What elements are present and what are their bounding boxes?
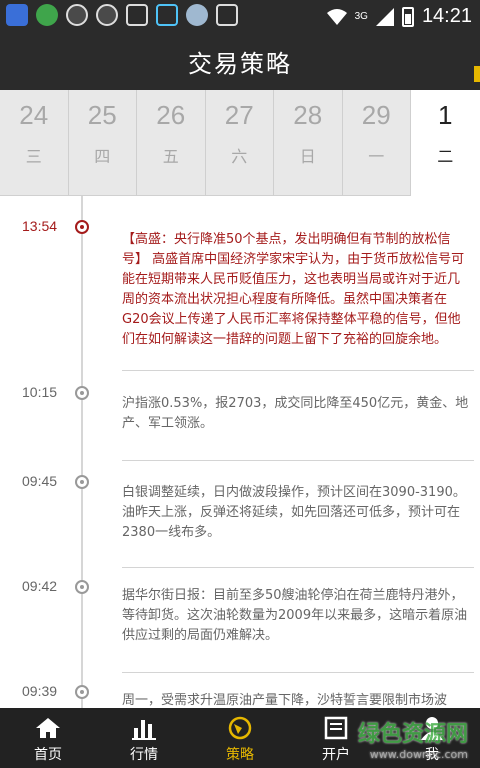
entry-text: 沪指涨0.53%，报2703，成交同比降至450亿元，黄金、地产、军工领涨。: [122, 396, 469, 431]
entry-divider: [122, 370, 474, 371]
entry-text: 周一，受需求升温原油产量下降，沙特誓言要限制市场波: [122, 693, 448, 708]
date-weekday: 五: [162, 147, 179, 166]
date-number: 1: [438, 100, 453, 130]
header-accent-marker: [474, 66, 480, 82]
checkbox-icon: [216, 4, 238, 26]
image-icon: [126, 4, 148, 26]
status-bar: 3G 14:21: [0, 0, 480, 30]
wifi-icon: [326, 8, 347, 25]
date-tab[interactable]: 29 一: [343, 90, 411, 196]
page-title: 交易策略: [188, 50, 292, 78]
browser-notification-icon: [36, 4, 58, 26]
notification-icons: [6, 4, 238, 26]
date-selector: 24 三 25 四 26 五 27 六 28 日 29 一 1二: [0, 90, 480, 196]
watermark-sub: www.downcc.com: [369, 748, 468, 761]
nav-label: 策略: [226, 747, 254, 763]
entry-text: 据华尔街日报：目前至多50艘油轮停泊在荷兰鹿特丹港外，等待卸货。这次油轮数量为2…: [122, 588, 468, 643]
timeline-line: [81, 196, 83, 708]
entry-time: 10:15: [22, 384, 58, 400]
nav-label: 行情: [130, 747, 158, 763]
system-status: 3G 14:21: [326, 5, 472, 28]
entry-text: 【高盛：央行降准50个基点，发出明确但有节制的放松信号】 高盛首席中国经济学家宋…: [122, 232, 465, 347]
strategy-globe-icon: [228, 716, 252, 740]
entry-time: 09:42: [22, 578, 58, 594]
entry-divider: [122, 567, 474, 568]
entry-time: 09:39: [22, 683, 58, 699]
entry-divider: [122, 460, 474, 461]
date-number: 27: [224, 100, 254, 130]
date-tab[interactable]: 26 五: [137, 90, 206, 196]
date-tab[interactable]: 24 三: [0, 90, 69, 196]
lock-icon: [156, 4, 178, 26]
nav-strategy[interactable]: 策略: [192, 708, 288, 768]
battery-icon: [401, 6, 414, 27]
account-open-icon: [324, 716, 348, 740]
date-weekday: 三: [25, 147, 42, 166]
date-tab-selected[interactable]: 1二: [411, 90, 480, 196]
home-icon: [36, 718, 60, 738]
date-tab[interactable]: 27 六: [206, 90, 274, 196]
date-weekday: 六: [231, 147, 248, 166]
date-weekday: 一: [368, 147, 385, 166]
date-weekday: 日: [299, 147, 316, 166]
network-type: 3G: [354, 11, 368, 22]
clock: 14:21: [421, 5, 472, 27]
timeline-dot-icon: [75, 220, 89, 234]
nav-label: 首页: [34, 747, 62, 763]
app-notification-icon: [6, 4, 28, 26]
entry-divider: [122, 672, 474, 673]
date-number: 28: [293, 100, 323, 130]
signal-icon: [375, 7, 394, 26]
date-tab[interactable]: 25 四: [69, 90, 137, 196]
entry-time: 13:54: [22, 218, 58, 234]
date-weekday: 四: [94, 147, 111, 166]
wechat-icon-2: [96, 4, 118, 26]
market-chart-icon: [132, 720, 156, 740]
timeline-dot-icon: [75, 685, 89, 699]
date-number: 29: [361, 100, 391, 130]
settings-app-icon: [186, 4, 208, 26]
site-watermark: 绿色资源网 www.downcc.com: [358, 716, 468, 761]
entry-time: 09:45: [22, 473, 58, 489]
timeline-dot-icon: [75, 475, 89, 489]
watermark-main: 绿色资源网: [357, 722, 468, 747]
date-tab[interactable]: 28 日: [274, 90, 343, 196]
date-number: 25: [87, 100, 117, 130]
date-number: 26: [156, 100, 186, 130]
app-header: 交易策略: [0, 30, 480, 90]
nav-market[interactable]: 行情: [96, 708, 192, 768]
timeline-dot-icon: [75, 386, 89, 400]
entry-text: 白银调整延续，日内做波段操作，预计区间在3090-3190。油昨天上涨，反弹还将…: [122, 485, 466, 540]
strategy-timeline[interactable]: 13:54 【高盛：央行降准50个基点，发出明确但有节制的放松信号】 高盛首席中…: [0, 196, 480, 708]
nav-home[interactable]: 首页: [0, 708, 96, 768]
timeline-dot-icon: [75, 580, 89, 594]
wechat-icon: [66, 4, 88, 26]
date-weekday: 二: [437, 147, 454, 166]
date-number: 24: [19, 100, 49, 130]
